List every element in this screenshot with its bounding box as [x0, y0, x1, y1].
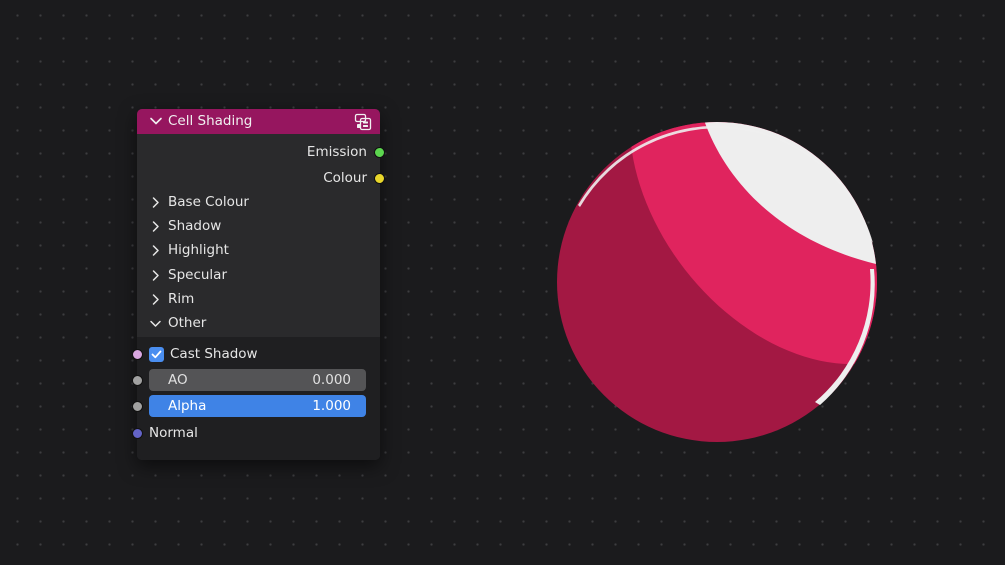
alpha-input-socket[interactable] [132, 400, 143, 412]
panel-base-colour[interactable]: Base Colour [149, 191, 249, 213]
ao-label: AO [168, 372, 188, 388]
chevron-right-icon [152, 220, 159, 232]
node-header[interactable]: Cell Shading [137, 109, 380, 134]
chevron-right-icon [152, 244, 159, 256]
ao-input-socket[interactable] [132, 374, 143, 386]
cast-shadow-label: Cast Shadow [170, 346, 258, 362]
alpha-value: 1.000 [312, 398, 351, 414]
input-cast-shadow: Cast Shadow [132, 342, 380, 366]
panel-other[interactable]: Other [149, 312, 206, 334]
normal-label: Normal [149, 425, 198, 441]
cast-shadow-input-socket[interactable] [132, 348, 143, 360]
emission-output-socket[interactable] [374, 146, 385, 158]
cell-shaded-sphere-preview [557, 122, 877, 442]
panel-rim[interactable]: Rim [149, 288, 194, 310]
other-panel-inputs: Cast Shadow AO 0.000 Alpha 1.000 Normal [132, 337, 380, 460]
panel-highlight[interactable]: Highlight [149, 239, 229, 261]
input-normal: Normal [132, 421, 380, 445]
node-title: Cell Shading [168, 113, 253, 129]
cast-shadow-checkbox[interactable] [149, 346, 164, 362]
chevron-right-icon [152, 196, 159, 208]
chevron-right-icon [152, 293, 159, 305]
input-ao: AO 0.000 [132, 368, 380, 392]
node-group-icon[interactable] [354, 113, 372, 131]
panel-specular[interactable]: Specular [149, 264, 227, 286]
cell-shading-node[interactable]: Cell Shading Emission Colour Base Colour… [132, 109, 385, 460]
colour-output-socket[interactable] [374, 172, 385, 184]
chevron-right-icon [152, 269, 159, 281]
output-colour: Colour [323, 167, 385, 189]
ao-value: 0.000 [312, 372, 351, 388]
chevron-down-icon[interactable] [149, 114, 163, 128]
input-alpha: Alpha 1.000 [132, 394, 380, 418]
alpha-label: Alpha [168, 398, 207, 414]
output-emission: Emission [307, 141, 385, 163]
chevron-down-icon [150, 320, 161, 327]
alpha-slider[interactable]: Alpha 1.000 [149, 395, 366, 417]
ao-slider[interactable]: AO 0.000 [149, 369, 366, 391]
normal-input-socket[interactable] [132, 427, 143, 439]
panel-shadow[interactable]: Shadow [149, 215, 221, 237]
checkmark-icon [151, 350, 162, 358]
